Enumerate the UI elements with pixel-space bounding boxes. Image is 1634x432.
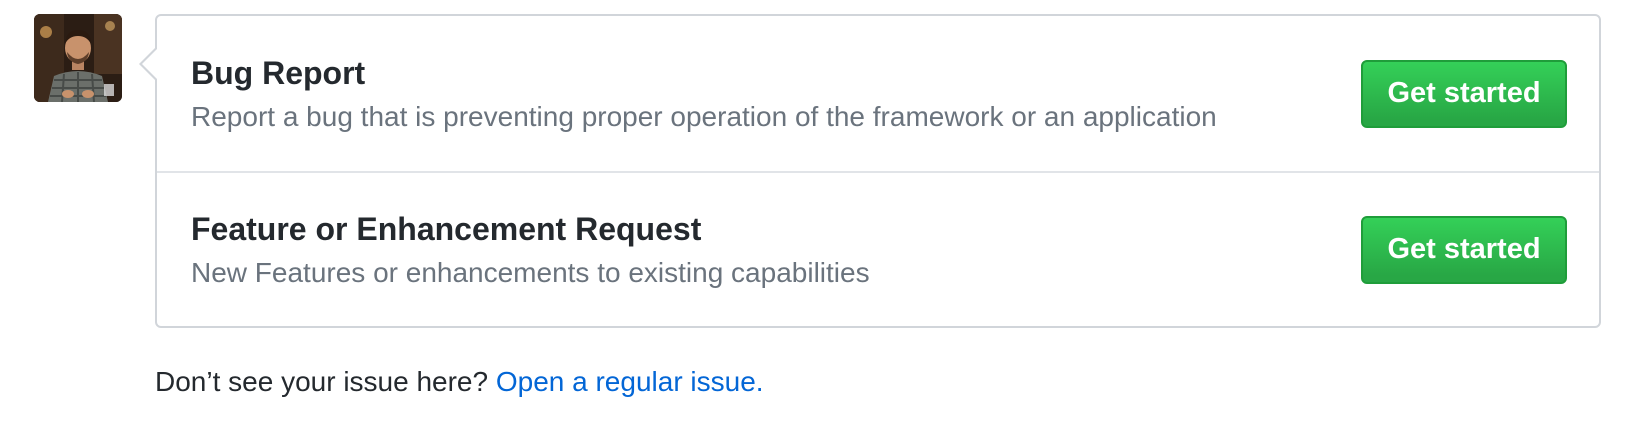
user-avatar[interactable] xyxy=(34,14,122,102)
get-started-button-bug-report[interactable]: Get started xyxy=(1361,59,1567,128)
get-started-button-feature-request[interactable]: Get started xyxy=(1361,215,1567,284)
footer-note: Don’t see your issue here? Open a regula… xyxy=(155,364,764,400)
template-description: Report a bug that is preventing proper o… xyxy=(191,100,1217,132)
template-row-bug-report: Bug Report Report a bug that is preventi… xyxy=(157,16,1599,171)
template-title: Bug Report xyxy=(191,54,366,91)
template-list: Bug Report Report a bug that is preventi… xyxy=(139,14,1601,328)
open-regular-issue-link[interactable]: Open a regular issue. xyxy=(496,366,764,397)
template-text: Feature or Enhancement Request New Featu… xyxy=(191,209,870,291)
template-title: Feature or Enhancement Request xyxy=(191,210,702,247)
template-text: Bug Report Report a bug that is preventi… xyxy=(191,53,1217,135)
avatar-photo-icon xyxy=(34,14,122,102)
bubble-pointer-fill xyxy=(142,48,158,80)
footer-prompt: Don’t see your issue here? xyxy=(155,366,489,397)
issue-template-chooser: Bug Report Report a bug that is preventi… xyxy=(0,0,1634,432)
template-row-feature-request: Feature or Enhancement Request New Featu… xyxy=(157,171,1599,326)
template-description: New Features or enhancements to existing… xyxy=(191,256,870,288)
